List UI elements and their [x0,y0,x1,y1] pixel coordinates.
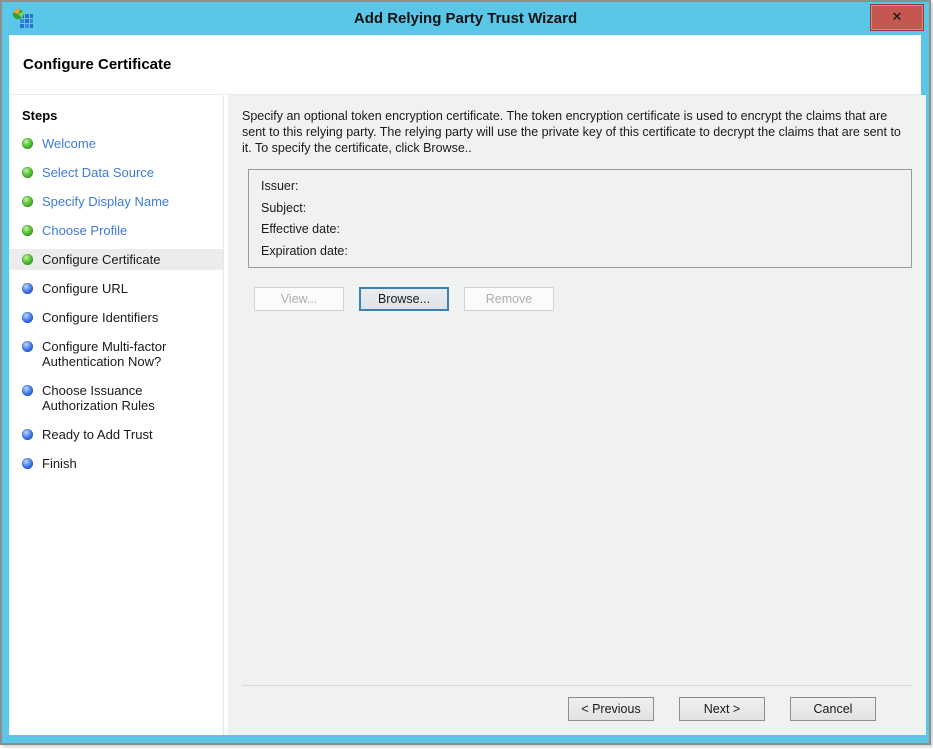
remove-button[interactable]: Remove [464,287,554,311]
step-pending-icon [22,283,33,294]
step-item-choose-issuance-authorization-rules: Choose Issuance Authorization Rules [9,380,223,416]
window-body: Configure Certificate Steps Welcome Selec… [9,35,921,735]
step-done-icon [22,196,33,207]
page-title: Configure Certificate [23,56,171,73]
content-pane: Specify an optional token encryption cer… [228,95,926,735]
step-done-icon [22,167,33,178]
step-label: Finish [42,456,77,471]
step-label: Configure URL [42,281,128,296]
close-button[interactable]: ✕ [870,4,924,31]
step-pending-icon [22,385,33,396]
step-item-configure-certificate: Configure Certificate [9,249,223,270]
step-label: Specify Display Name [42,194,169,209]
certificate-field-issuer: Issuer: [261,179,899,193]
step-label: Configure Identifiers [42,310,158,325]
certificate-field-label: Expiration date: [261,244,348,258]
view-button[interactable]: View... [254,287,344,311]
step-item-configure-multi-factor-authentication-now: Configure Multi-factor Authentication No… [9,336,223,372]
certificate-buttons: View... Browse... Remove [254,287,912,311]
step-item-finish: Finish [9,453,223,474]
step-label: Configure Certificate [42,252,161,267]
cancel-button[interactable]: Cancel [790,697,876,721]
step-label: Choose Profile [42,223,127,238]
wizard-window: Add Relying Party Trust Wizard ✕ Configu… [0,0,931,745]
certificate-field-expiration-date: Expiration date: [261,244,899,258]
previous-button[interactable]: < Previous [568,697,654,721]
step-label: Select Data Source [42,165,154,180]
step-item-configure-identifiers: Configure Identifiers [9,307,223,328]
step-item-specify-display-name: Specify Display Name [9,191,223,212]
wizard-nav-footer: < Previous Next > Cancel [242,685,912,735]
certificate-field-label: Issuer: [261,179,299,193]
step-pending-icon [22,458,33,469]
step-label: Choose Issuance Authorization Rules [42,383,217,413]
step-item-ready-to-add-trust: Ready to Add Trust [9,424,223,445]
step-item-choose-profile: Choose Profile [9,220,223,241]
window-title: Add Relying Party Trust Wizard [2,10,929,27]
step-done-icon [22,225,33,236]
step-done-icon [22,254,33,265]
step-item-select-data-source: Select Data Source [9,162,223,183]
page-header: Configure Certificate [9,35,921,95]
browse-button[interactable]: Browse... [359,287,449,311]
step-item-configure-url: Configure URL [9,278,223,299]
steps-heading: Steps [9,102,223,133]
certificate-field-label: Effective date: [261,222,340,236]
step-label: Welcome [42,136,96,151]
certificate-field-effective-date: Effective date: [261,222,899,236]
titlebar: Add Relying Party Trust Wizard ✕ [2,2,929,35]
instruction-text: Specify an optional token encryption cer… [242,108,910,156]
step-label: Ready to Add Trust [42,427,153,442]
certificate-field-subject: Subject: [261,201,899,215]
steps-list: Welcome Select Data Source Specify Display… [9,133,223,474]
certificate-details-box: Issuer: Subject: Effective date: Expiration… [248,169,912,268]
certificate-field-label: Subject: [261,201,306,215]
step-pending-icon [22,429,33,440]
steps-sidebar: Steps Welcome Select Data Source Specify D… [9,95,224,735]
step-item-welcome: Welcome [9,133,223,154]
main-area: Steps Welcome Select Data Source Specify D… [9,95,921,735]
step-label: Configure Multi-factor Authentication No… [42,339,217,369]
step-pending-icon [22,341,33,352]
next-button[interactable]: Next > [679,697,765,721]
step-done-icon [22,138,33,149]
step-pending-icon [22,312,33,323]
close-icon: ✕ [892,10,903,25]
